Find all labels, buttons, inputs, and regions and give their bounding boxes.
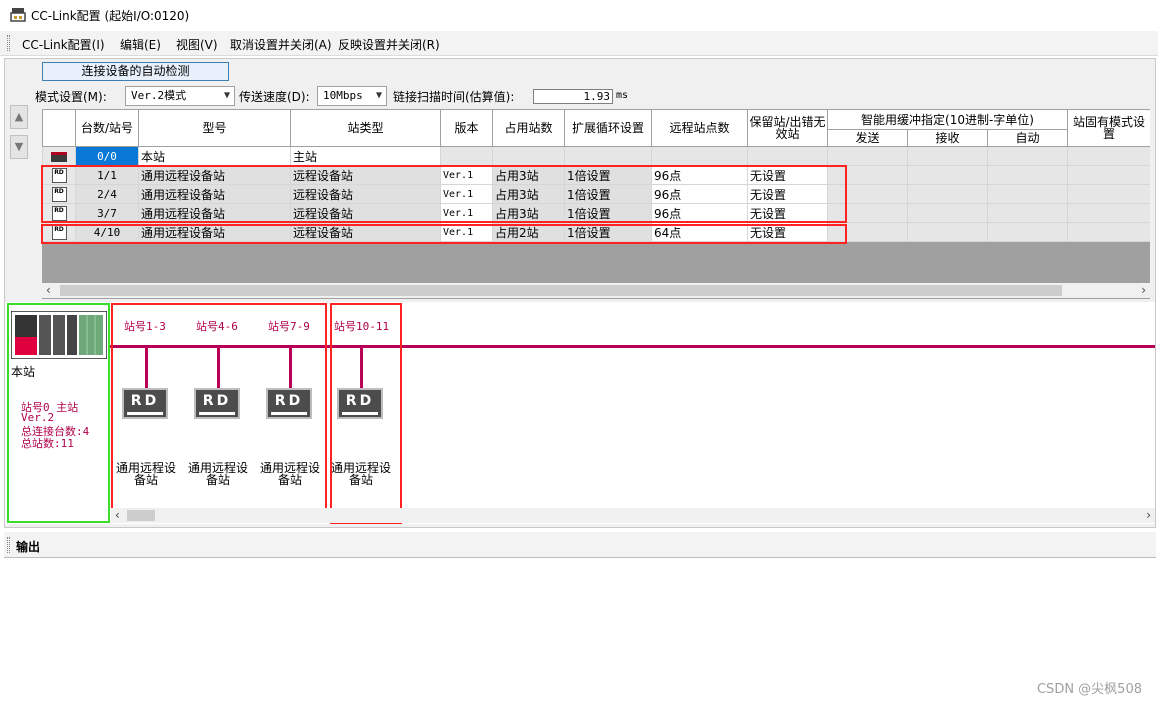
header-occupied[interactable]: 占用站数 bbox=[492, 109, 565, 147]
menu-apply-close[interactable]: 反映设置并关闭(R) bbox=[338, 36, 440, 53]
table-hscroll-thumb[interactable] bbox=[60, 285, 1062, 296]
scroll-left-icon[interactable]: ‹ bbox=[115, 508, 120, 522]
grip-icon bbox=[7, 537, 10, 553]
header-icon bbox=[42, 109, 76, 147]
header-remote-points[interactable]: 远程站点数 bbox=[651, 109, 748, 147]
table-hscrollbar[interactable]: ‹ › bbox=[42, 283, 1150, 298]
header-reserved[interactable]: 保留站/出错无效站 bbox=[747, 109, 828, 147]
header-station-type[interactable]: 站类型 bbox=[290, 109, 441, 147]
scroll-right-icon[interactable]: › bbox=[1146, 508, 1151, 522]
highlight-rows-1-3 bbox=[41, 165, 847, 223]
menu-view[interactable]: 视图(V) bbox=[176, 36, 218, 53]
header-buffer-group[interactable]: 智能用缓冲指定(10进制-字单位) bbox=[826, 109, 1069, 130]
menu-edit[interactable]: 编辑(E) bbox=[120, 36, 161, 53]
move-down-button[interactable]: ▼ bbox=[10, 135, 28, 159]
header-fixed-mode[interactable]: 站固有模式设置 bbox=[1067, 109, 1150, 147]
move-up-button[interactable]: ▲ bbox=[10, 105, 28, 129]
menu-grip-icon bbox=[7, 35, 10, 51]
speed-select[interactable]: 10Mbps ▼ bbox=[317, 86, 387, 106]
speed-label: 传送速度(D): bbox=[239, 90, 310, 104]
scan-time-field: 1.93 bbox=[533, 89, 613, 104]
scroll-left-icon[interactable]: ‹ bbox=[46, 283, 51, 297]
master-icon bbox=[51, 151, 67, 162]
cell-model[interactable]: 本站 bbox=[138, 146, 291, 166]
menu-cancel-close[interactable]: 取消设置并关闭(A) bbox=[230, 36, 332, 53]
auto-detect-button[interactable]: 连接设备的自动检测 bbox=[42, 62, 229, 81]
menu-cclink-config[interactable]: CC-Link配置(I) bbox=[22, 36, 105, 53]
cell-station-type[interactable]: 主站 bbox=[290, 146, 441, 166]
mode-select-value: Ver.2模式 bbox=[131, 89, 187, 102]
header-auto[interactable]: 自动 bbox=[986, 129, 1069, 147]
header-ext-cycle[interactable]: 扩展循环设置 bbox=[564, 109, 652, 147]
header-send[interactable]: 发送 bbox=[827, 129, 908, 147]
scroll-right-icon[interactable]: › bbox=[1141, 283, 1146, 297]
highlight-master-station bbox=[7, 303, 110, 523]
diagram-hscrollbar[interactable]: ‹ › bbox=[111, 508, 1155, 523]
table-row-master[interactable]: 0/0 本站 主站 bbox=[42, 146, 1150, 166]
chevron-down-icon: ▼ bbox=[375, 90, 382, 101]
speed-select-value: 10Mbps bbox=[323, 89, 363, 102]
watermark: CSDN @尖枫508 bbox=[1036, 682, 1142, 697]
config-panel: 连接设备的自动检测 模式设置(M): Ver.2模式 ▼ 传送速度(D): 10… bbox=[4, 58, 1156, 528]
highlight-stations-10-11 bbox=[330, 303, 402, 524]
output-title: 输出 bbox=[16, 540, 41, 554]
scan-time-unit: ms bbox=[616, 90, 629, 101]
header-receive[interactable]: 接收 bbox=[907, 129, 988, 147]
app-icon bbox=[10, 8, 26, 22]
cell-unit-station[interactable]: 0/0 bbox=[75, 146, 139, 166]
output-pane-header: 输出 bbox=[4, 532, 1156, 558]
menu-bar: CC-Link配置(I) 编辑(E) 视图(V) 取消设置并关闭(A) 反映设置… bbox=[0, 31, 1158, 56]
diagram-hscroll-thumb[interactable] bbox=[127, 510, 155, 521]
chevron-down-icon: ▼ bbox=[223, 90, 230, 101]
highlight-row-4 bbox=[41, 224, 847, 244]
mode-select[interactable]: Ver.2模式 ▼ bbox=[125, 86, 235, 106]
output-pane[interactable] bbox=[4, 559, 1156, 702]
network-diagram: 本站 站号0 主站 Ver.2 总连接台数:4 总站数:11 站号1-3 站号4… bbox=[5, 302, 1155, 524]
header-unit-station[interactable]: 台数/站号 bbox=[75, 109, 139, 147]
header-model[interactable]: 型号 bbox=[138, 109, 291, 147]
title-bar: CC-Link配置 (起始I/O:0120) bbox=[0, 0, 1158, 30]
window-title: CC-Link配置 (起始I/O:0120) bbox=[31, 9, 190, 23]
scan-time-label: 链接扫描时间(估算值): bbox=[393, 90, 515, 104]
mode-label: 模式设置(M): bbox=[35, 90, 107, 104]
header-version[interactable]: 版本 bbox=[440, 109, 493, 147]
highlight-stations-1-9 bbox=[111, 303, 327, 522]
